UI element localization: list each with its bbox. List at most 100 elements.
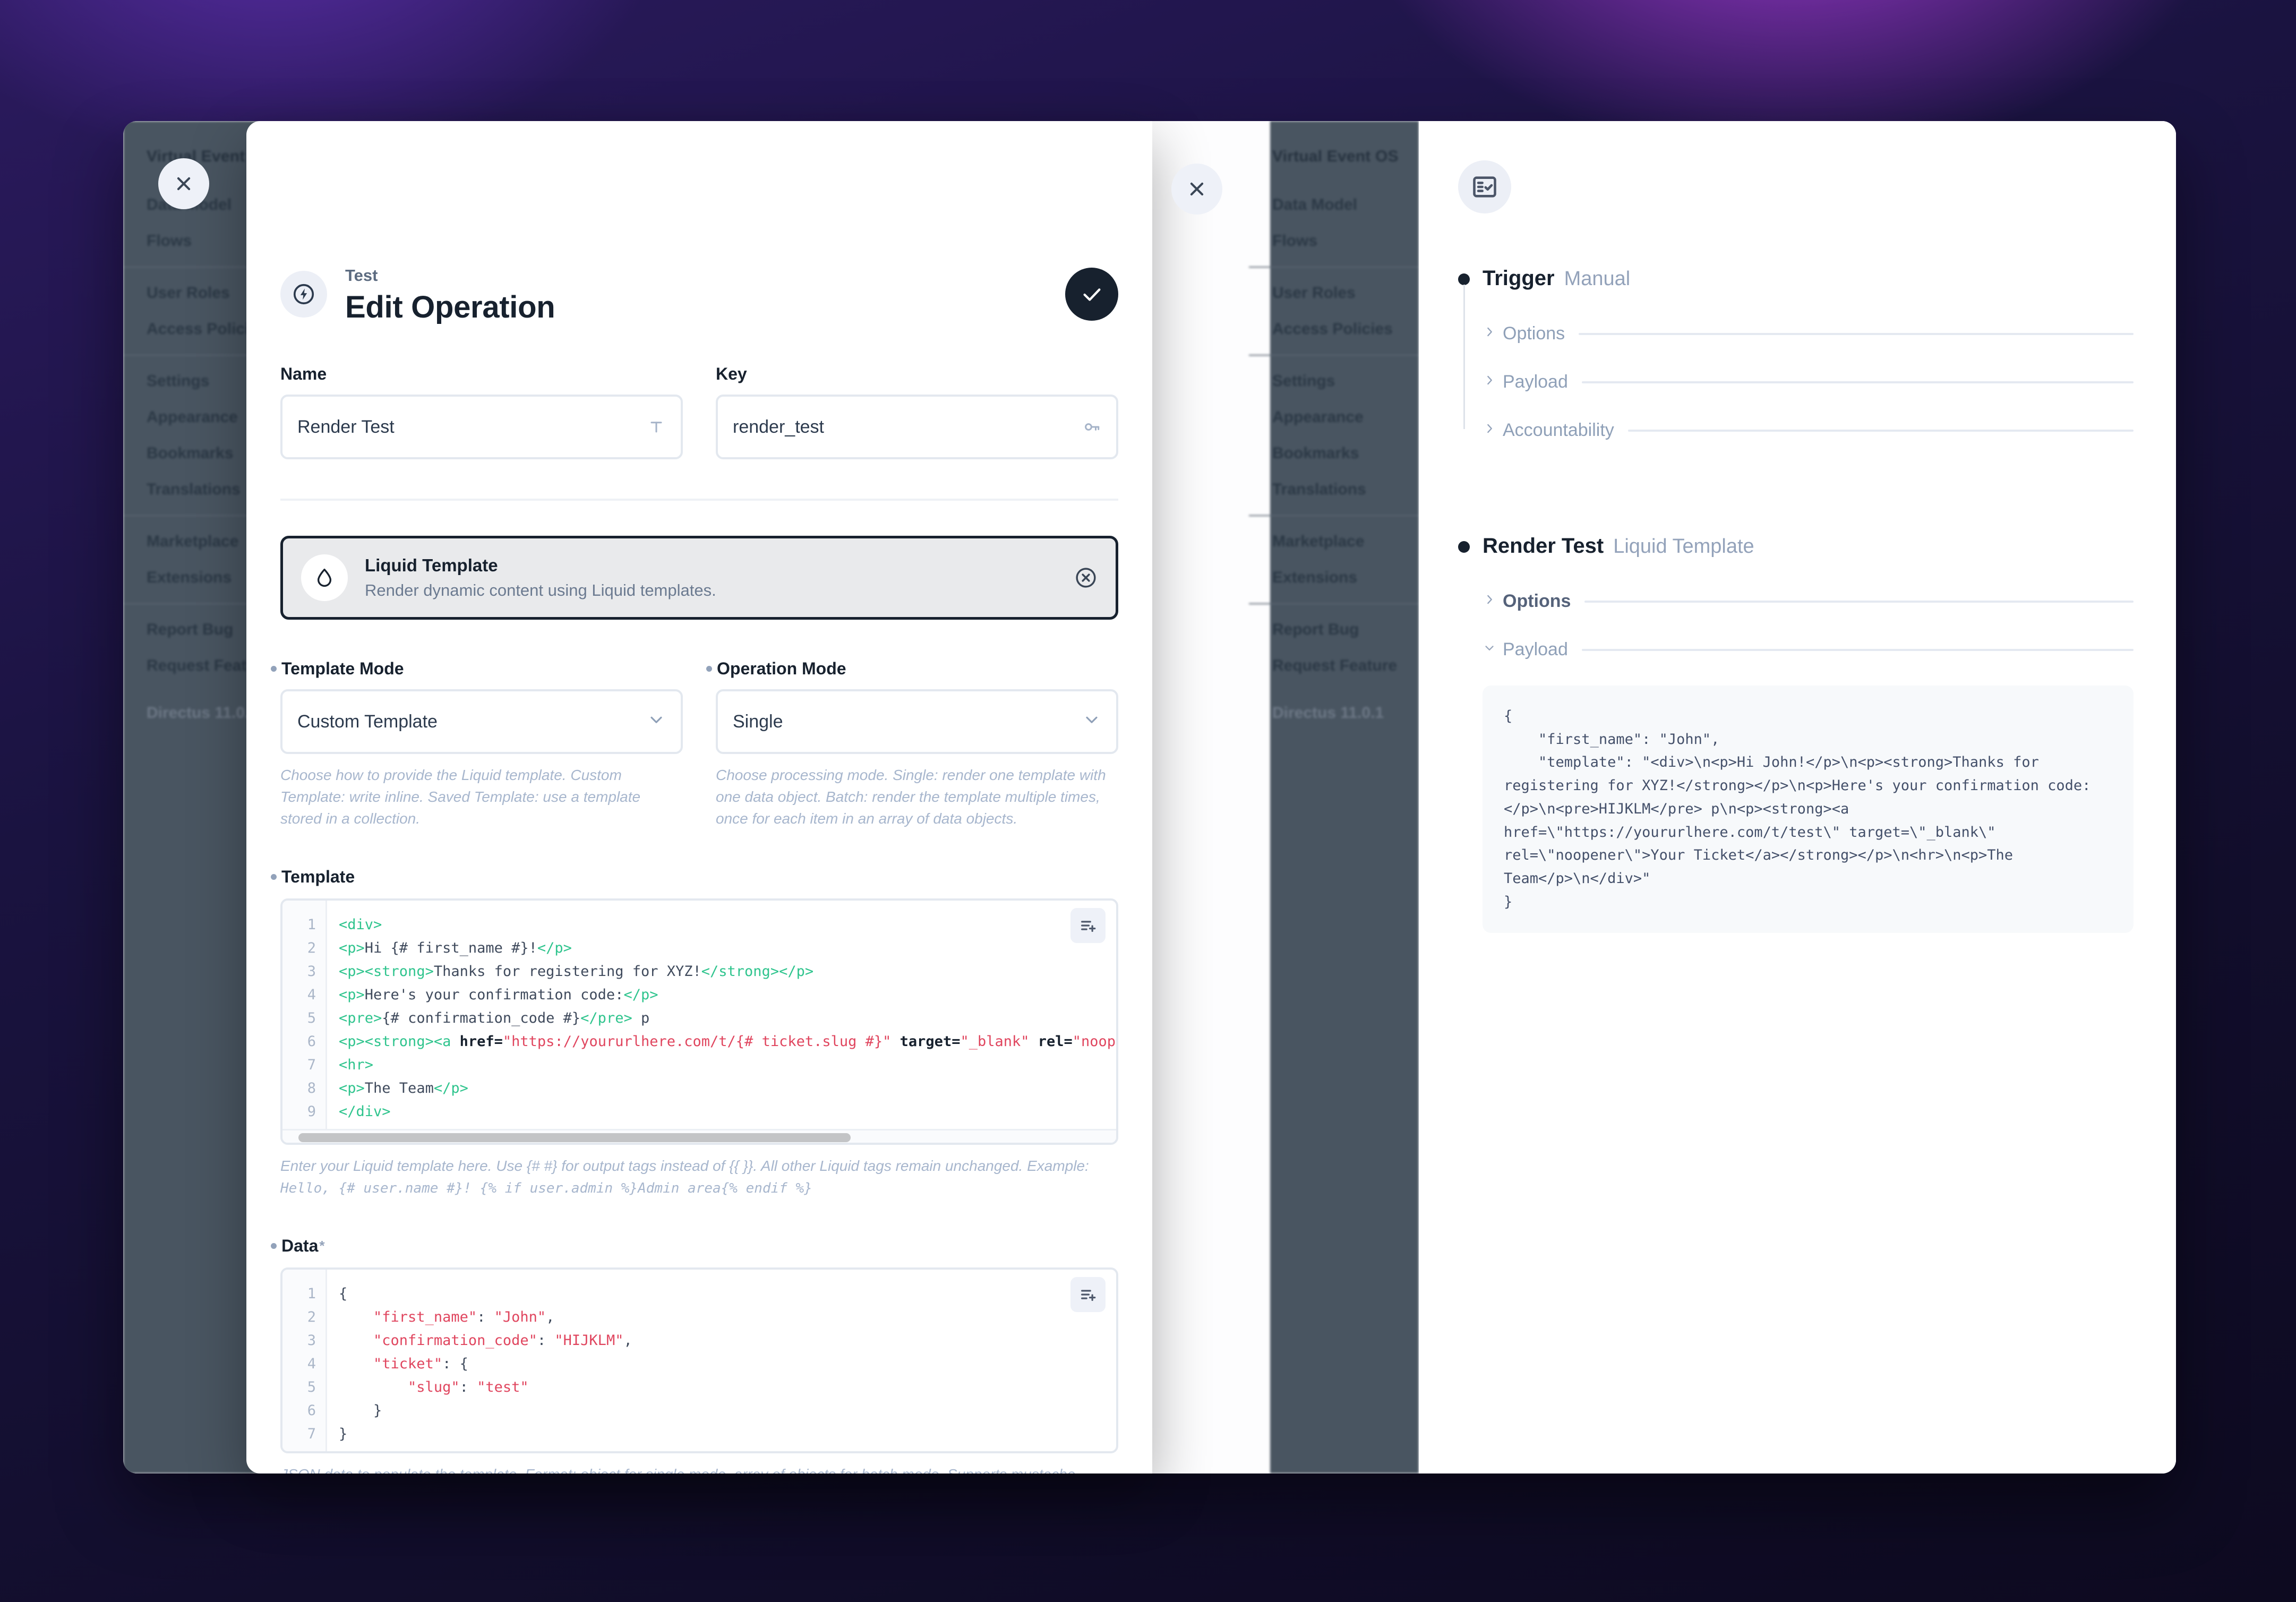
line-number: 9 (307, 1103, 316, 1120)
code-line: <p><strong>Thanks for registering for XY… (339, 963, 814, 980)
text-format-icon (647, 417, 666, 436)
operation-name: Liquid Template (365, 555, 498, 576)
flow-node[interactable]: Trigger Manual Options Payload Accountabilit… (1458, 267, 2134, 455)
selected-operation-body: Liquid Template Render dynamic content u… (365, 555, 1074, 600)
flow-node-title: Render Test Liquid Template (1483, 534, 2134, 558)
code-line: "confirmation_code": "HIJKLM", (373, 1332, 632, 1349)
sidebar-item-report-bug[interactable]: Report Bug (1249, 612, 1419, 648)
required-indicator: * (319, 1237, 325, 1254)
name-input-value: Render Test (297, 416, 395, 437)
code-line: <pre>{# confirmation_code #}</pre> p (339, 1009, 650, 1026)
selected-operation-card[interactable]: Liquid Template Render dynamic content u… (280, 536, 1118, 620)
accordion-label: Accountability (1503, 420, 1614, 440)
line-number: 6 (307, 1033, 316, 1050)
sidebar-group: User Roles Access Policies (1249, 267, 1419, 355)
data-code-editor[interactable]: 1 2 3 4 5 6 7 { "first_name": "John", "confirm… (280, 1267, 1118, 1453)
close-drawer-button[interactable] (158, 158, 209, 209)
sidebar-item-appearance[interactable]: Appearance (1249, 399, 1419, 435)
name-input[interactable]: Render Test (280, 395, 683, 460)
accordion-rule (1627, 429, 2134, 432)
template-help: Enter your Liquid template here. Use {# … (280, 1155, 1118, 1199)
template-mode-group: Template Mode Custom Template Choose how… (280, 659, 683, 830)
sidebar-item-settings[interactable]: Settings (1249, 363, 1419, 399)
sidebar-item-flows[interactable]: Flows (1249, 223, 1419, 259)
data-code-content[interactable]: { "first_name": "John", "confirmation_co… (327, 1270, 1116, 1451)
flow-node-accordion: Options Payload Accountability (1483, 310, 2134, 455)
operation-mode-label: Operation Mode (716, 659, 1118, 679)
close-circle-icon[interactable] (1074, 566, 1098, 589)
flow-inspector-panel: Trigger Manual Options Payload Accountabilit… (1419, 121, 2176, 1474)
drawer-scroll-area[interactable]: Test Edit Operation Name Render Test Key… (246, 121, 1152, 1474)
template-editor-hscrollbar[interactable] (282, 1128, 1116, 1143)
sidebar-group: Marketplace Extensions (1249, 515, 1419, 603)
flow-node-name: Render Test (1483, 534, 1604, 558)
close-drawer-button-secondary[interactable] (1171, 164, 1222, 215)
template-editor-wrap: 1 2 3 4 5 6 7 8 9 <div> <p>Hi {# first_name #}!</… (280, 898, 1118, 1145)
key-icon (1082, 417, 1101, 436)
sidebar-item-access-policies[interactable]: Access Policies (1249, 311, 1419, 347)
template-mode-label: Template Mode (280, 659, 683, 679)
chevron-down-icon (647, 710, 666, 734)
accordion-row-payload[interactable]: Payload (1483, 626, 2134, 674)
edit-operation-drawer: Test Edit Operation Name Render Test Key… (246, 121, 1152, 1474)
code-line: <p>Hi {# first_name #}!</p> (339, 939, 572, 956)
data-label: Data * (280, 1236, 1118, 1256)
line-number: 1 (307, 916, 316, 933)
flow-node[interactable]: Render Test Liquid Template Options Payload… (1458, 534, 2134, 933)
flow-node-name: Trigger (1483, 267, 1555, 290)
template-hscrollbar-thumb[interactable] (298, 1133, 851, 1142)
line-number: 7 (307, 1425, 316, 1442)
sidebar-item-user-roles[interactable]: User Roles (1249, 275, 1419, 311)
sidebar-item-bookmarks[interactable]: Bookmarks (1249, 435, 1419, 472)
accordion-rule (1579, 332, 2134, 335)
line-number: 2 (307, 1308, 316, 1325)
sidebar-item-data-model[interactable]: Data Model (1249, 187, 1419, 223)
chevron-right-icon (1483, 373, 1494, 391)
sidebar-item-marketplace[interactable]: Marketplace (1249, 524, 1419, 560)
payload-code-block: { "first_name": "John", "template": "<di… (1483, 686, 2134, 933)
sidebar-duplicate-version: Directus 11.0.1 (1272, 704, 1384, 722)
line-number: 4 (307, 1355, 316, 1372)
data-line-numbers: 1 2 3 4 5 6 7 (282, 1269, 327, 1451)
sidebar-duplicate-inner: Virtual Event OS Data Model Flows User Rol… (1249, 136, 1419, 722)
operation-mode-group: Operation Mode Single Choose processing … (716, 659, 1118, 830)
sidebar-item-request-feature[interactable]: Request Feature (1249, 648, 1419, 684)
save-button[interactable] (1065, 268, 1118, 321)
accordion-label: Options (1503, 323, 1565, 344)
line-number: 3 (307, 1332, 316, 1349)
template-help-code: Hello, {# user.name #}! {% if user.admin… (280, 1180, 812, 1196)
template-line-numbers: 1 2 3 4 5 6 7 8 9 (282, 900, 327, 1129)
insert-field-icon[interactable] (1070, 1277, 1106, 1312)
sidebar-duplicate-groups: Data Model Flows User Roles Access Policies… (1249, 179, 1419, 691)
flow-node-title: Trigger Manual (1483, 267, 2134, 290)
code-line: </div> (339, 1103, 391, 1120)
sidebar-duplicate-project-name: Virtual Event OS (1272, 148, 1399, 165)
key-input[interactable]: render_test (716, 395, 1118, 460)
line-number: 5 (307, 1009, 316, 1026)
sidebar-item-extensions[interactable]: Extensions (1249, 560, 1419, 596)
operation-description: Render dynamic content using Liquid temp… (365, 581, 716, 600)
accordion-row-options[interactable]: Options (1483, 310, 2134, 358)
chevron-right-icon (1483, 325, 1494, 343)
flow-node-subtitle: Manual (1564, 268, 1631, 290)
line-number: 5 (307, 1378, 316, 1395)
code-line: <hr> (339, 1056, 374, 1073)
sidebar-item-translations[interactable]: Translations (1249, 472, 1419, 508)
bolt-circle-icon (280, 271, 327, 318)
line-number: 4 (307, 986, 316, 1003)
app-sidebar-duplicate: Virtual Event OS Data Model Flows User Rol… (1249, 121, 1419, 1474)
template-mode-select[interactable]: Custom Template (280, 689, 683, 755)
template-code-editor[interactable]: 1 2 3 4 5 6 7 8 9 <div> <p>Hi {# first_name #}!</… (280, 898, 1118, 1145)
operation-mode-select[interactable]: Single (716, 689, 1118, 755)
sidebar-group: Settings Appearance Bookmarks Translations (1249, 355, 1419, 515)
accordion-row-options[interactable]: Options (1483, 577, 2134, 626)
chevron-down-icon (1483, 641, 1494, 659)
accordion-row-accountability[interactable]: Accountability (1483, 406, 2134, 455)
insert-field-icon[interactable] (1070, 907, 1106, 943)
template-code-content[interactable]: <div> <p>Hi {# first_name #}!</p> <p><stro… (327, 901, 1116, 1129)
accordion-rule (1581, 648, 2134, 651)
sidebar-group: Report Bug Request Feature (1249, 603, 1419, 691)
accordion-row-payload[interactable]: Payload (1483, 358, 2134, 406)
template-section: Template 1 2 3 4 5 6 7 8 9 <div> <p>Hi {# first_n… (280, 867, 1118, 1199)
data-label-text: Data (281, 1236, 319, 1255)
